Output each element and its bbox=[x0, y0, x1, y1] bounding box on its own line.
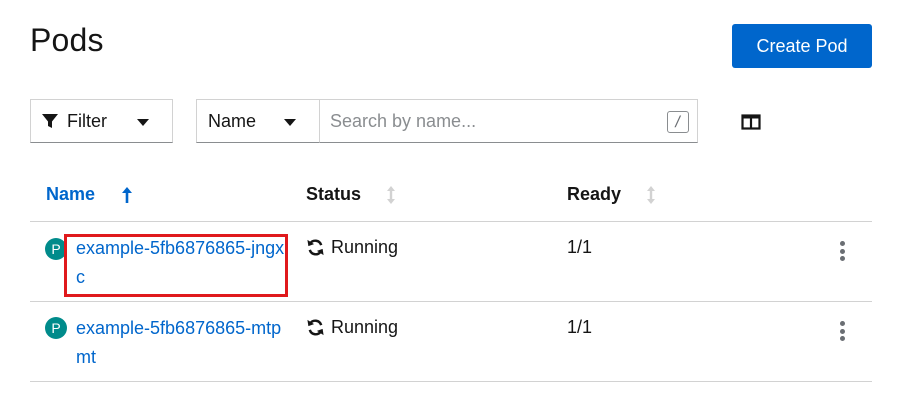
columns-icon bbox=[741, 114, 761, 130]
name-select[interactable]: Name bbox=[196, 99, 320, 143]
sort-icon bbox=[645, 185, 657, 205]
pod-resource-badge: P bbox=[45, 317, 67, 339]
kebab-dot bbox=[839, 248, 845, 254]
highlight-box bbox=[64, 234, 288, 297]
status-text: Running bbox=[331, 317, 399, 337]
sort-asc-icon bbox=[121, 186, 133, 204]
ready-value: 1/1 bbox=[567, 237, 593, 257]
kebab-dot bbox=[839, 321, 845, 326]
ready-value: 1/1 bbox=[567, 317, 593, 337]
status-text: Running bbox=[331, 237, 399, 257]
row-actions-kebab[interactable] bbox=[835, 319, 849, 343]
column-header-name-label: Name bbox=[46, 184, 96, 204]
filter-icon bbox=[42, 114, 58, 128]
caret-down-icon bbox=[284, 119, 296, 126]
column-header-ready[interactable]: Ready bbox=[567, 184, 657, 205]
manage-columns-button[interactable] bbox=[738, 110, 764, 134]
column-header-status-label: Status bbox=[306, 184, 362, 204]
create-pod-button[interactable]: Create Pod bbox=[732, 24, 872, 68]
search-input[interactable] bbox=[320, 100, 640, 142]
column-header-ready-label: Ready bbox=[567, 184, 622, 204]
row-actions-kebab[interactable] bbox=[835, 239, 849, 263]
status-cell: Running bbox=[306, 237, 398, 258]
search-box: / bbox=[319, 99, 698, 143]
status-cell: Running bbox=[306, 317, 398, 338]
header-divider bbox=[30, 221, 872, 222]
kebab-dot bbox=[839, 241, 845, 246]
pod-name-link[interactable]: example-5fb6876865-mtpmt bbox=[76, 314, 286, 372]
caret-down-icon bbox=[137, 119, 149, 126]
filter-dropdown[interactable]: Filter bbox=[30, 99, 173, 143]
column-header-status[interactable]: Status bbox=[306, 184, 397, 205]
search-shortcut-hint: / bbox=[667, 111, 689, 133]
row-divider bbox=[30, 381, 872, 382]
sync-icon bbox=[307, 239, 324, 256]
filter-label: Filter bbox=[67, 110, 107, 131]
sync-icon bbox=[307, 319, 324, 336]
column-header-name[interactable]: Name bbox=[46, 184, 133, 205]
kebab-dot bbox=[839, 256, 845, 261]
kebab-dot bbox=[839, 328, 845, 334]
kebab-dot bbox=[839, 336, 845, 341]
page-title: Pods bbox=[30, 22, 104, 58]
name-select-label: Name bbox=[208, 110, 257, 131]
sort-icon bbox=[385, 185, 397, 205]
row-divider bbox=[30, 301, 872, 302]
